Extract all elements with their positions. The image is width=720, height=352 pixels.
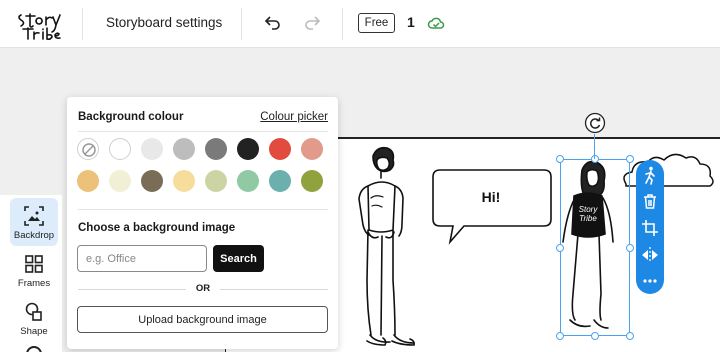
colour-swatch[interactable] [301, 170, 323, 192]
walk-icon[interactable] [640, 165, 660, 185]
sidebar-item-backdrop[interactable]: Backdrop [10, 198, 58, 246]
left-toolbar: Backdrop Frames Shape [0, 195, 62, 352]
sidebar-item-label: Shape [20, 326, 48, 337]
element-toolbar [636, 160, 664, 294]
top-bar: Storyboard settings Free 1 [0, 0, 720, 48]
resize-handle[interactable] [556, 244, 564, 252]
sidebar-item-shape[interactable]: Shape [10, 294, 58, 342]
colour-swatch[interactable] [205, 138, 227, 160]
background-image-heading: Choose a background image [78, 222, 236, 234]
rotate-stem [594, 134, 595, 159]
divider [241, 8, 242, 40]
rotate-icon[interactable] [584, 112, 606, 134]
colour-swatch[interactable] [237, 170, 259, 192]
cloud-check-icon [427, 17, 445, 29]
flip-icon[interactable] [640, 245, 660, 265]
page-title[interactable]: Storyboard settings [106, 15, 222, 30]
crop-icon[interactable] [640, 218, 660, 238]
colour-swatch[interactable] [77, 170, 99, 192]
resize-handle[interactable] [626, 155, 634, 163]
resize-handle[interactable] [556, 332, 564, 340]
trash-icon[interactable] [640, 191, 660, 211]
no-colour-swatch[interactable] [77, 138, 99, 160]
grid-icon [25, 255, 43, 273]
colour-swatch[interactable] [109, 170, 131, 192]
resize-handle[interactable] [626, 332, 634, 340]
colour-swatch[interactable] [301, 138, 323, 160]
page-count: 1 [407, 14, 415, 30]
story-tribe-logo[interactable] [13, 7, 65, 41]
search-input[interactable] [77, 245, 207, 272]
resize-handle[interactable] [556, 155, 564, 163]
undo-icon[interactable] [262, 13, 282, 33]
background-colour-heading: Background colour [78, 111, 184, 123]
colour-swatch[interactable] [269, 138, 291, 160]
divider [78, 209, 328, 210]
more-tools-icon[interactable] [26, 346, 42, 352]
or-line [220, 289, 328, 290]
shape-icon [25, 302, 42, 321]
plan-badge[interactable]: Free [358, 13, 395, 33]
search-button[interactable]: Search [213, 245, 264, 272]
colour-swatch[interactable] [173, 138, 195, 160]
colour-picker-link[interactable]: Colour picker [260, 111, 328, 123]
colour-swatch[interactable] [141, 138, 163, 160]
upload-background-button[interactable]: Upload background image [77, 306, 328, 333]
sidebar-item-label: Frames [17, 278, 51, 289]
resize-handle[interactable] [591, 332, 599, 340]
background-panel: Background colour Colour picker Choose a… [67, 97, 338, 349]
colour-swatch[interactable] [109, 138, 131, 160]
divider [82, 8, 83, 40]
redo-icon[interactable] [303, 13, 323, 33]
colour-swatch[interactable] [141, 170, 163, 192]
sidebar-item-label: Backdrop [13, 230, 55, 241]
colour-swatch[interactable] [173, 170, 195, 192]
more-icon[interactable] [640, 271, 660, 291]
sidebar-item-frames[interactable]: Frames [10, 246, 58, 294]
none-icon [82, 143, 96, 157]
backdrop-icon [24, 206, 44, 226]
colour-swatch[interactable] [237, 138, 259, 160]
colour-swatch[interactable] [269, 170, 291, 192]
resize-handle[interactable] [626, 244, 634, 252]
divider [78, 131, 328, 132]
divider [342, 8, 343, 40]
resize-handle[interactable] [591, 155, 599, 163]
or-separator: OR [78, 283, 328, 295]
colour-swatch[interactable] [205, 170, 227, 192]
selection-box[interactable] [556, 155, 634, 340]
